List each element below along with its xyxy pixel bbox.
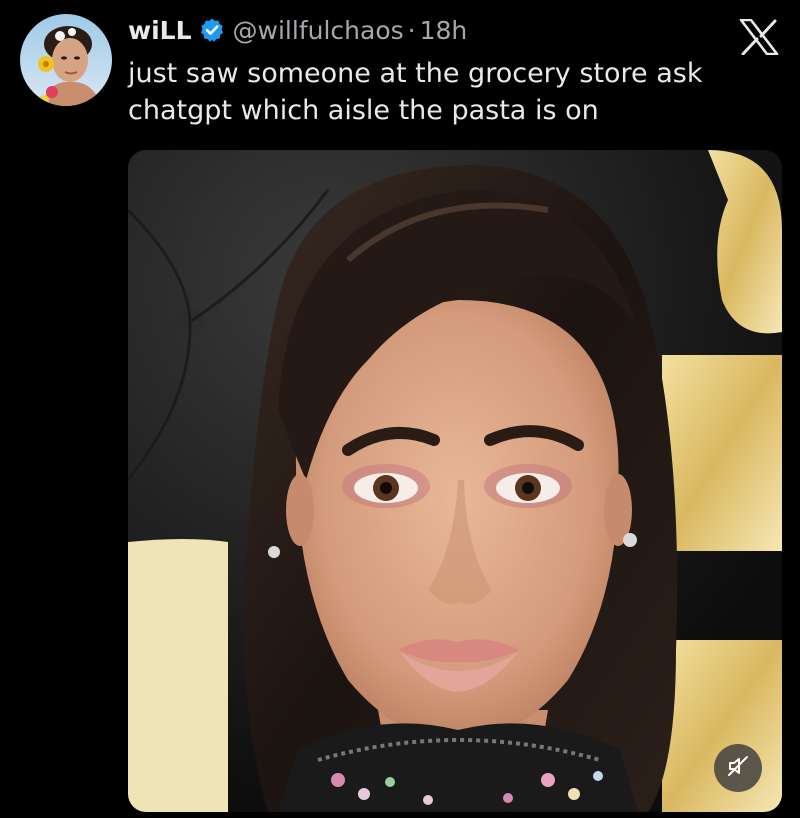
tweet-text: just saw someone at the grocery store as… [128, 58, 703, 126]
display-name[interactable]: wiLL [128, 16, 192, 45]
tweet-header: wiLL @willfulchaos · 18h [128, 10, 467, 50]
separator-dot: · [407, 15, 416, 45]
verified-badge-icon [199, 17, 225, 43]
mute-button[interactable] [714, 744, 762, 792]
tweet-media[interactable] [128, 150, 782, 812]
timestamp[interactable]: 18h [420, 16, 468, 45]
speaker-muted-icon [726, 754, 750, 782]
x-logo-icon [739, 18, 779, 56]
user-handle[interactable]: @willfulchaos [233, 16, 404, 45]
avatar[interactable] [20, 14, 112, 106]
